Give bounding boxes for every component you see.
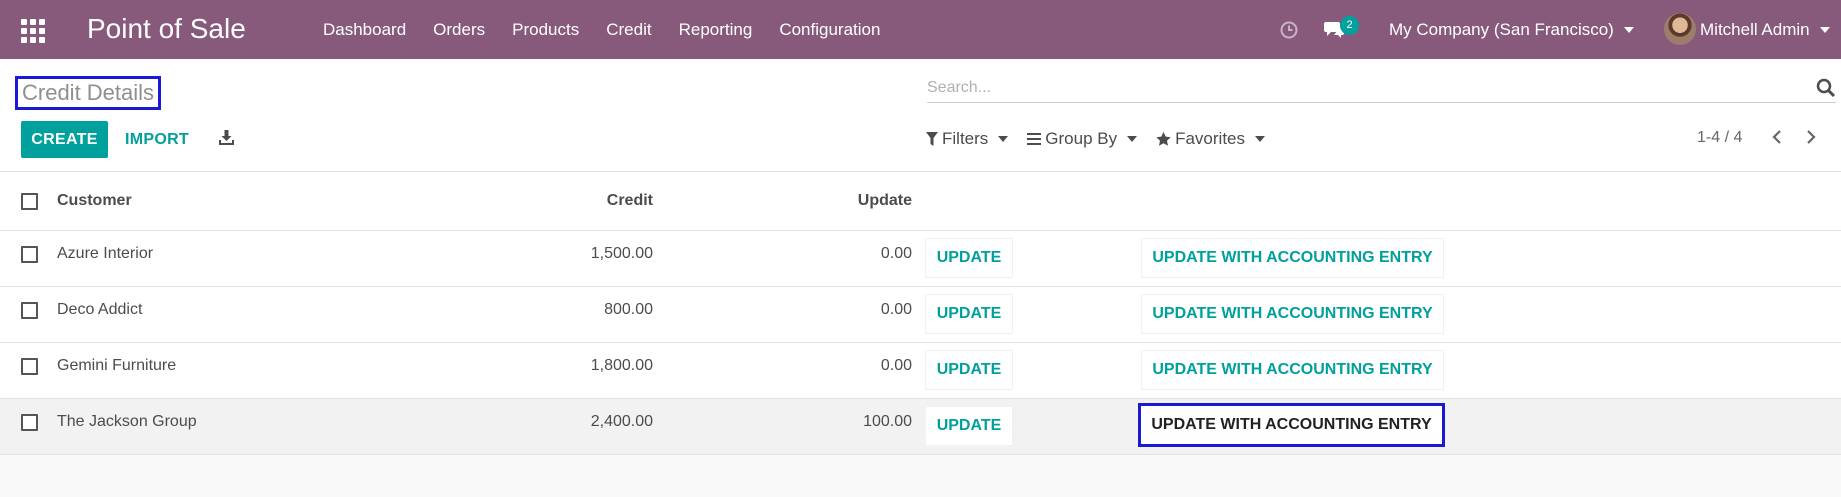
apps-menu-icon[interactable] xyxy=(21,19,45,43)
user-avatar[interactable] xyxy=(1664,13,1696,45)
cell-credit: 800.00 xyxy=(604,301,653,318)
table-header: Customer Credit Update xyxy=(0,172,1841,231)
top-navbar: Point of Sale Dashboard Orders Products … xyxy=(0,0,1841,59)
row-checkbox[interactable] xyxy=(21,414,38,431)
company-name: My Company (San Francisco) xyxy=(1389,19,1614,39)
update-button[interactable]: UPDATE xyxy=(925,350,1013,390)
row-checkbox[interactable] xyxy=(21,302,38,319)
menu-item-orders[interactable]: Orders xyxy=(433,20,485,40)
column-header-update[interactable]: Update xyxy=(858,192,912,210)
update-with-accounting-entry-button[interactable]: UPDATE WITH ACCOUNTING ENTRY xyxy=(1141,238,1444,278)
cell-credit: 1,500.00 xyxy=(590,245,653,262)
update-with-accounting-entry-button[interactable]: UPDATE WITH ACCOUNTING ENTRY xyxy=(1138,403,1445,447)
update-button[interactable]: UPDATE xyxy=(925,238,1013,278)
search-input[interactable] xyxy=(927,74,1787,101)
menu-item-configuration[interactable]: Configuration xyxy=(779,20,880,40)
menu-item-credit[interactable]: Credit xyxy=(606,20,651,40)
table-row[interactable]: Deco Addict 800.00 0.00 UPDATE UPDATE WI… xyxy=(0,287,1841,343)
table-row[interactable]: Azure Interior 1,500.00 0.00 UPDATE UPDA… xyxy=(0,231,1841,287)
update-with-accounting-entry-button[interactable]: UPDATE WITH ACCOUNTING ENTRY xyxy=(1141,350,1444,390)
user-menu[interactable]: Mitchell Admin xyxy=(1700,0,1830,59)
caret-down-icon xyxy=(1255,136,1266,142)
chat-count-badge: 2 xyxy=(1340,16,1359,35)
row-checkbox[interactable] xyxy=(21,246,38,263)
table-row[interactable]: Gemini Furniture 1,800.00 0.00 UPDATE UP… xyxy=(0,343,1841,399)
column-header-customer[interactable]: Customer xyxy=(57,192,132,210)
user-name: Mitchell Admin xyxy=(1700,19,1810,39)
cell-customer: The Jackson Group xyxy=(57,413,197,430)
table-row[interactable]: The Jackson Group 2,400.00 100.00 UPDATE… xyxy=(0,399,1841,455)
cell-update: 0.00 xyxy=(880,301,912,318)
cell-update: 0.00 xyxy=(880,245,912,262)
filter-icon xyxy=(926,132,938,146)
groupby-toggle[interactable]: Group By xyxy=(1027,129,1138,149)
groupby-label: Group By xyxy=(1045,129,1118,148)
pager-value[interactable]: 1-4 / 4 xyxy=(1697,129,1742,147)
menu-item-products[interactable]: Products xyxy=(512,20,579,40)
cell-credit: 2,400.00 xyxy=(590,413,653,430)
cell-update: 0.00 xyxy=(880,357,912,374)
update-button[interactable]: UPDATE xyxy=(925,294,1013,334)
update-with-accounting-entry-button[interactable]: UPDATE WITH ACCOUNTING ENTRY xyxy=(1141,294,1444,334)
pager-next-icon[interactable] xyxy=(1805,129,1817,150)
filters-toggle[interactable]: Filters xyxy=(926,129,1009,149)
caret-down-icon xyxy=(1623,26,1634,33)
cell-update: 100.00 xyxy=(863,413,912,430)
cell-credit: 1,800.00 xyxy=(590,357,653,374)
pager-previous-icon[interactable] xyxy=(1771,129,1783,150)
column-header-credit[interactable]: Credit xyxy=(607,192,653,210)
favorites-toggle[interactable]: Favorites xyxy=(1156,129,1266,149)
main-menu: Dashboard Orders Products Credit Reporti… xyxy=(323,0,907,59)
cell-customer: Deco Addict xyxy=(57,301,143,318)
create-button[interactable]: CREATE xyxy=(21,121,108,158)
select-all-checkbox[interactable] xyxy=(21,193,38,210)
control-panel: Credit Details CREATE IMPORT Filters Gro… xyxy=(0,59,1841,172)
caret-down-icon xyxy=(1819,26,1830,33)
favorites-label: Favorites xyxy=(1175,129,1246,148)
caret-down-icon xyxy=(998,136,1009,142)
company-switcher[interactable]: My Company (San Francisco) xyxy=(1389,0,1634,59)
search-options: Filters Group By Favorites xyxy=(926,129,1284,149)
caret-down-icon xyxy=(1127,136,1138,142)
breadcrumb-title: Credit Details xyxy=(15,76,162,110)
import-button[interactable]: IMPORT xyxy=(113,121,201,158)
list-icon xyxy=(1027,133,1042,145)
filters-label: Filters xyxy=(942,129,989,148)
update-button[interactable]: UPDATE xyxy=(925,406,1013,446)
menu-item-dashboard[interactable]: Dashboard xyxy=(323,20,406,40)
download-icon[interactable] xyxy=(218,129,235,151)
row-checkbox[interactable] xyxy=(21,358,38,375)
search-bar xyxy=(927,74,1836,103)
star-icon xyxy=(1156,132,1171,146)
menu-item-reporting[interactable]: Reporting xyxy=(679,20,753,40)
cell-customer: Azure Interior xyxy=(57,245,154,262)
cell-customer: Gemini Furniture xyxy=(57,357,177,374)
credit-table: Customer Credit Update Azure Interior 1,… xyxy=(0,172,1841,455)
activity-clock-icon[interactable] xyxy=(1280,0,1298,59)
app-title[interactable]: Point of Sale xyxy=(87,13,246,45)
search-icon[interactable] xyxy=(1816,78,1836,103)
